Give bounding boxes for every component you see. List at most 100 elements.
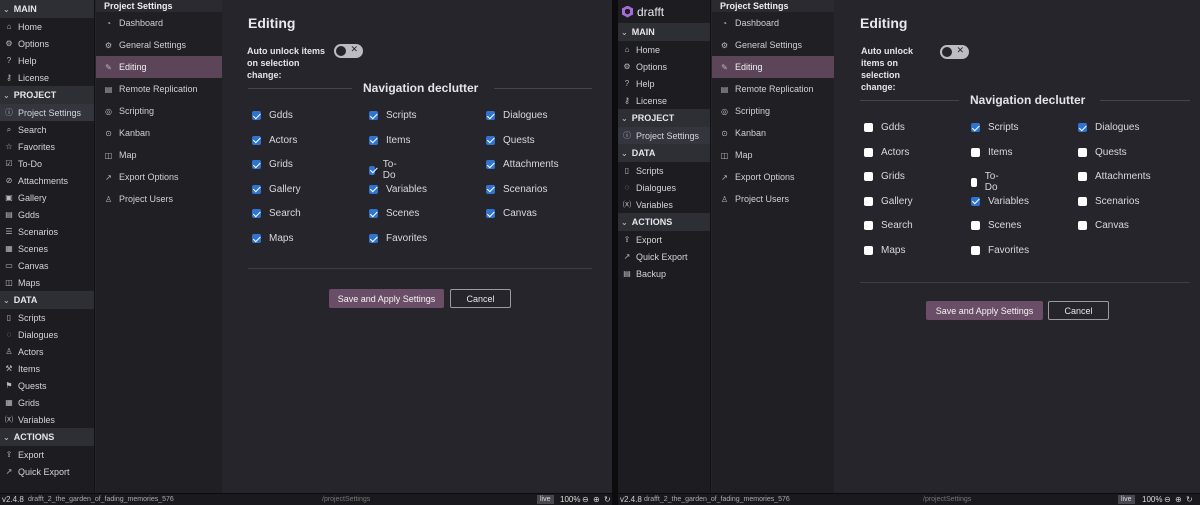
declutter-search-checkbox[interactable]: Search: [864, 220, 913, 231]
checkbox-checked[interactable]: [486, 111, 495, 120]
checkbox-unchecked[interactable]: [971, 221, 980, 231]
declutter-grids-checkbox[interactable]: Grids: [252, 159, 293, 170]
sidebar-item-help[interactable]: ? Help: [618, 75, 710, 92]
declutter-dialogues-checkbox[interactable]: Dialogues: [486, 110, 547, 121]
sidebar-item-gdds[interactable]: ▤ Gdds: [0, 206, 94, 223]
checkbox-checked[interactable]: [1078, 123, 1087, 132]
declutter-variables-checkbox[interactable]: Variables: [369, 184, 427, 195]
settings-nav-map[interactable]: ◫ Map: [96, 144, 222, 166]
sidebar-item-variables[interactable]: ⒳ Variables: [618, 196, 710, 213]
sidebar-item-options[interactable]: ⚙ Options: [618, 58, 710, 75]
declutter-scenarios-checkbox[interactable]: Scenarios: [1078, 196, 1139, 207]
declutter-canvas-checkbox[interactable]: Canvas: [1078, 220, 1129, 231]
sidebar-item-attachments[interactable]: ⊘ Attachments: [0, 172, 94, 189]
declutter-grids-checkbox[interactable]: Grids: [864, 171, 905, 182]
declutter-quests-checkbox[interactable]: Quests: [486, 135, 535, 146]
checkbox-checked[interactable]: [369, 111, 378, 120]
checkbox-checked[interactable]: [486, 184, 495, 194]
sidebar-item-variables[interactable]: ⒳ Variables: [0, 411, 94, 428]
settings-nav-editing[interactable]: ✎ Editing: [96, 56, 222, 78]
settings-nav-project-users[interactable]: ♙ Project Users: [96, 188, 222, 210]
declutter-items-checkbox[interactable]: Items: [971, 147, 1012, 158]
section-project[interactable]: ⌄ PROJECT: [0, 86, 94, 104]
sidebar-item-export[interactable]: ⇪ Export: [0, 446, 94, 463]
declutter-actors-checkbox[interactable]: Actors: [864, 147, 909, 158]
sidebar-item-dialogues[interactable]: ◌ Dialogues: [0, 326, 94, 343]
declutter-attachments-checkbox[interactable]: Attachments: [486, 159, 559, 170]
declutter-dialogues-checkbox[interactable]: Dialogues: [1078, 122, 1139, 133]
declutter-to-do-checkbox[interactable]: To-Do: [971, 171, 1002, 193]
checkbox-checked[interactable]: [252, 111, 261, 120]
section-actions[interactable]: ⌄ ACTIONS: [0, 428, 94, 446]
sidebar-item-to-do[interactable]: ☑ To-Do: [0, 155, 94, 172]
zoom-in-icon[interactable]: ⊕: [593, 495, 600, 504]
sidebar-item-backup[interactable]: ▤ Backup: [618, 265, 710, 282]
cancel-button[interactable]: Cancel: [450, 289, 511, 308]
checkbox-checked[interactable]: [252, 234, 261, 243]
declutter-search-checkbox[interactable]: Search: [252, 208, 301, 219]
settings-nav-kanban[interactable]: ⊙ Kanban: [96, 122, 222, 144]
sidebar-item-export[interactable]: ⇪ Export: [618, 231, 710, 248]
settings-nav-dashboard[interactable]: ◔ Dashboard: [96, 12, 222, 34]
declutter-quests-checkbox[interactable]: Quests: [1078, 147, 1127, 158]
checkbox-checked[interactable]: [486, 160, 495, 170]
checkbox-unchecked[interactable]: [864, 221, 873, 231]
checkbox-checked[interactable]: [971, 123, 980, 132]
sidebar-item-quick-export[interactable]: ↗ Quick Export: [618, 248, 710, 265]
declutter-scenes-checkbox[interactable]: Scenes: [971, 220, 1021, 231]
settings-nav-remote-replication[interactable]: ▤ Remote Replication: [96, 78, 222, 100]
checkbox-unchecked[interactable]: [1078, 172, 1087, 182]
checkbox-checked[interactable]: [971, 196, 980, 206]
settings-nav-remote-replication[interactable]: ▤ Remote Replication: [712, 78, 834, 100]
section-main[interactable]: ⌄ MAIN: [0, 0, 94, 18]
auto-unlock-toggle[interactable]: ✕: [940, 45, 969, 59]
declutter-attachments-checkbox[interactable]: Attachments: [1078, 171, 1151, 182]
section-data[interactable]: ⌄ DATA: [618, 144, 710, 162]
checkbox-unchecked[interactable]: [971, 147, 980, 157]
sidebar-item-actors[interactable]: ♙ Actors: [0, 343, 94, 360]
checkbox-unchecked[interactable]: [1078, 147, 1087, 157]
sidebar-item-quick-export[interactable]: ↗ Quick Export: [0, 463, 94, 480]
settings-nav-export-options[interactable]: ↗ Export Options: [712, 166, 834, 188]
checkbox-unchecked[interactable]: [864, 246, 873, 255]
settings-nav-scripting[interactable]: ◎ Scripting: [96, 100, 222, 122]
refresh-icon[interactable]: ↻: [1186, 495, 1193, 504]
declutter-favorites-checkbox[interactable]: Favorites: [369, 233, 427, 244]
sidebar-item-home[interactable]: ⌂ Home: [618, 41, 710, 58]
sidebar-item-scenarios[interactable]: ☰ Scenarios: [0, 223, 94, 240]
checkbox-unchecked[interactable]: [971, 177, 977, 187]
declutter-gdds-checkbox[interactable]: Gdds: [864, 122, 905, 133]
checkbox-unchecked[interactable]: [864, 147, 873, 157]
declutter-scripts-checkbox[interactable]: Scripts: [971, 122, 1019, 133]
sidebar-item-grids[interactable]: ▦ Grids: [0, 394, 94, 411]
checkbox-unchecked[interactable]: [864, 123, 873, 132]
declutter-variables-checkbox[interactable]: Variables: [971, 196, 1029, 207]
settings-nav-kanban[interactable]: ⊙ Kanban: [712, 122, 834, 144]
checkbox-checked[interactable]: [486, 209, 495, 219]
sidebar-item-gallery[interactable]: ▣ Gallery: [0, 189, 94, 206]
settings-nav-project-users[interactable]: ♙ Project Users: [712, 188, 834, 210]
sidebar-item-help[interactable]: ? Help: [0, 52, 94, 69]
declutter-gdds-checkbox[interactable]: Gdds: [252, 110, 293, 121]
declutter-canvas-checkbox[interactable]: Canvas: [486, 208, 537, 219]
declutter-to-do-checkbox[interactable]: To-Do: [369, 159, 400, 181]
declutter-scripts-checkbox[interactable]: Scripts: [369, 110, 417, 121]
settings-nav-map[interactable]: ◫ Map: [712, 144, 834, 166]
checkbox-unchecked[interactable]: [864, 196, 873, 206]
sidebar-item-license[interactable]: ⚷ License: [618, 92, 710, 109]
sidebar-item-home[interactable]: ⌂ Home: [0, 18, 94, 35]
checkbox-checked[interactable]: [369, 209, 378, 219]
sidebar-item-options[interactable]: ⚙ Options: [0, 35, 94, 52]
declutter-gallery-checkbox[interactable]: Gallery: [864, 196, 913, 207]
sidebar-item-scripts[interactable]: ▯ Scripts: [618, 162, 710, 179]
declutter-items-checkbox[interactable]: Items: [369, 135, 410, 146]
section-main[interactable]: ⌄ MAIN: [618, 23, 710, 41]
checkbox-checked[interactable]: [369, 184, 378, 194]
checkbox-checked[interactable]: [369, 234, 378, 243]
sidebar-item-quests[interactable]: ⚑ Quests: [0, 377, 94, 394]
save-apply-button[interactable]: Save and Apply Settings: [926, 301, 1043, 320]
declutter-scenarios-checkbox[interactable]: Scenarios: [486, 184, 547, 195]
checkbox-checked[interactable]: [252, 209, 261, 219]
checkbox-checked[interactable]: [369, 135, 378, 145]
settings-nav-export-options[interactable]: ↗ Export Options: [96, 166, 222, 188]
